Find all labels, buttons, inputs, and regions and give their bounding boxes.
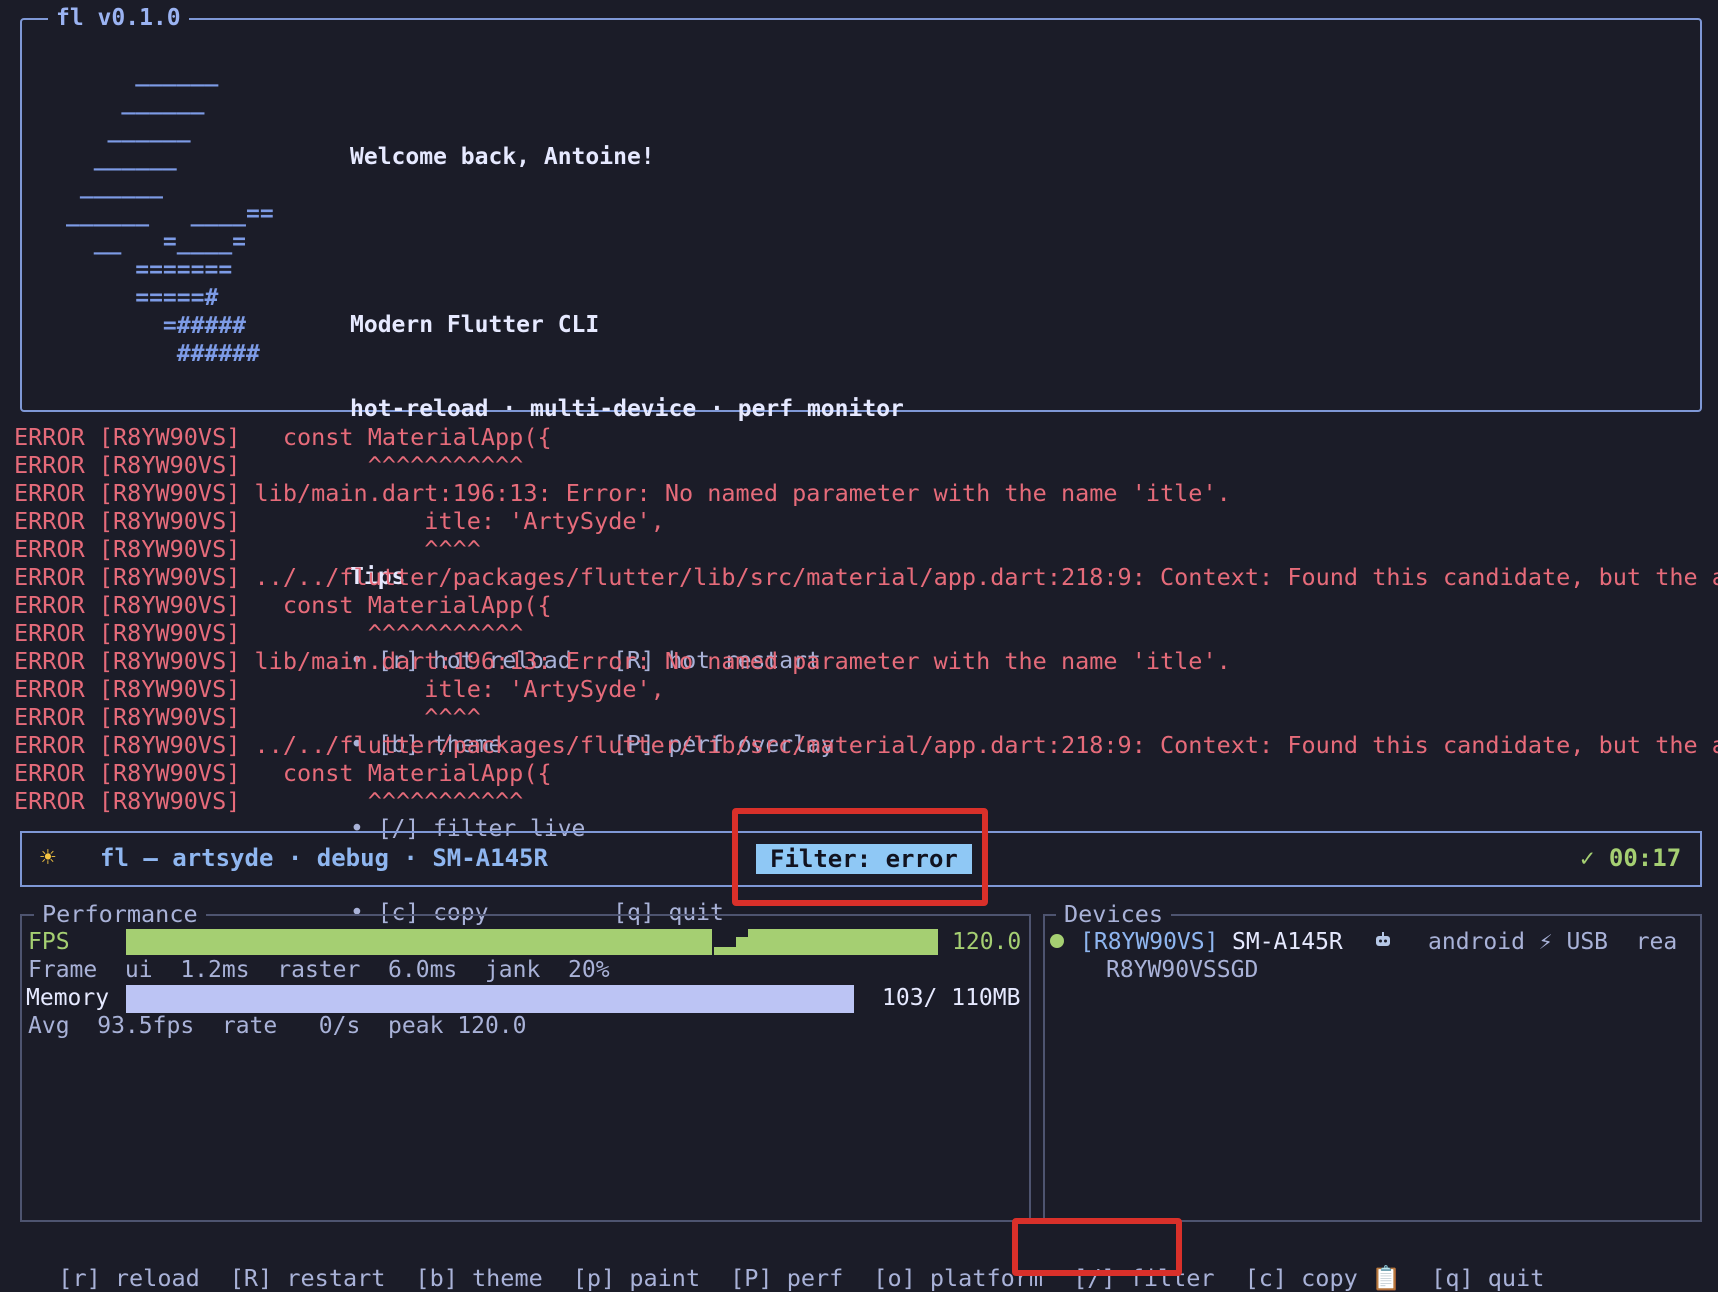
log-line: ERROR [R8YW90VS] const MaterialApp({ bbox=[14, 591, 552, 619]
logo-line: ______ ____== bbox=[66, 201, 274, 227]
log-line: ERROR [R8YW90VS] itle: 'ArtySyde', bbox=[14, 675, 665, 703]
perf-key[interactable]: [P] perf bbox=[730, 1264, 843, 1292]
sun-icon[interactable]: ☀ bbox=[40, 842, 56, 874]
log-line: ERROR [R8YW90VS] ^^^^^^^^^^^ bbox=[14, 619, 524, 647]
android-robot-icon bbox=[1374, 931, 1392, 947]
memory-label: Memory bbox=[26, 985, 110, 1011]
memory-bar bbox=[126, 985, 855, 1013]
log-line: ERROR [R8YW90VS] itle: 'ArtySyde', bbox=[14, 507, 665, 535]
device-id[interactable]: [R8YW90VS] bbox=[1080, 928, 1218, 956]
keybindings-bar: [r] reload [R] restart [b] theme [p] paint [… bbox=[30, 1236, 1574, 1292]
restart-key[interactable]: [R] restart bbox=[230, 1264, 386, 1292]
subtitle: Modern Flutter CLI bbox=[350, 312, 600, 338]
memory-value: 103/ 110MB bbox=[882, 985, 1021, 1011]
paint-key[interactable]: [p] paint bbox=[573, 1264, 700, 1292]
copy-key[interactable]: [c] copy 📋 bbox=[1245, 1264, 1402, 1292]
fps-label: FPS bbox=[28, 929, 70, 955]
log-line: ERROR [R8YW90VS] lib/main.dart:196:13: E… bbox=[14, 479, 1231, 507]
device-platform: android ⚡ USB rea bbox=[1428, 929, 1678, 955]
logo-line: ###### bbox=[66, 341, 260, 367]
fl-logo: ______ ______ ______ ______ ______ ______… bbox=[66, 60, 274, 368]
session-timer: ✓ 00:17 bbox=[1580, 844, 1682, 872]
device-serial: R8YW90VSSGD bbox=[1106, 957, 1259, 983]
log-output[interactable]: ERROR [R8YW90VS] const MaterialApp({ERRO… bbox=[14, 423, 1718, 815]
log-line: ERROR [R8YW90VS] const MaterialApp({ bbox=[14, 759, 552, 787]
theme-key[interactable]: [b] theme bbox=[415, 1264, 542, 1292]
logo-line: =##### bbox=[66, 313, 247, 339]
device-status-dot bbox=[1050, 934, 1064, 948]
quit-key[interactable]: [q] quit bbox=[1431, 1264, 1544, 1292]
reload-key[interactable]: [r] reload bbox=[58, 1264, 199, 1292]
greeting: Welcome back, Antoine! bbox=[350, 144, 655, 170]
log-line: ERROR [R8YW90VS] lib/main.dart:196:13: E… bbox=[14, 647, 1231, 675]
device-name[interactable]: SM-A145R bbox=[1232, 928, 1343, 956]
app-version-title: fl v0.1.0 bbox=[48, 4, 189, 32]
logo-line: ______ bbox=[66, 173, 163, 199]
session-info: fl — artsyde · debug · SM-A145R bbox=[100, 844, 548, 872]
devices-title: Devices bbox=[1056, 900, 1172, 928]
logo-line: ______ bbox=[66, 145, 177, 171]
fps-value: 120.0 bbox=[952, 929, 1022, 955]
filter-key-highlight-box bbox=[1012, 1218, 1182, 1276]
frame-stats: Frame ui 1.2ms raster 6.0ms jank 20% bbox=[28, 957, 610, 983]
log-line: ERROR [R8YW90VS] ^^^^ bbox=[14, 535, 481, 563]
log-line: ERROR [R8YW90VS] ../../flutter/packages/… bbox=[14, 731, 1718, 759]
log-line: ERROR [R8YW90VS] ../../flutter/packages/… bbox=[14, 563, 1718, 591]
logo-line: ______ bbox=[66, 61, 219, 87]
logo-line: ______ bbox=[66, 117, 191, 143]
features: hot-reload · multi-device · perf monitor bbox=[350, 396, 904, 422]
filter-highlight-box bbox=[732, 808, 988, 906]
log-line: ERROR [R8YW90VS] const MaterialApp({ bbox=[14, 423, 552, 451]
logo-line: ======= bbox=[66, 257, 233, 283]
avg-stats: Avg 93.5fps rate 0/s peak 120.0 bbox=[28, 1013, 527, 1039]
logo-line: ______ bbox=[66, 89, 205, 115]
performance-title: Performance bbox=[34, 900, 206, 928]
logo-line: __ =____= bbox=[66, 229, 247, 255]
fps-sparkline bbox=[712, 929, 938, 955]
log-line: ERROR [R8YW90VS] ^^^^ bbox=[14, 703, 481, 731]
logo-line: =====# bbox=[66, 285, 219, 311]
log-line: ERROR [R8YW90VS] ^^^^^^^^^^^ bbox=[14, 451, 524, 479]
